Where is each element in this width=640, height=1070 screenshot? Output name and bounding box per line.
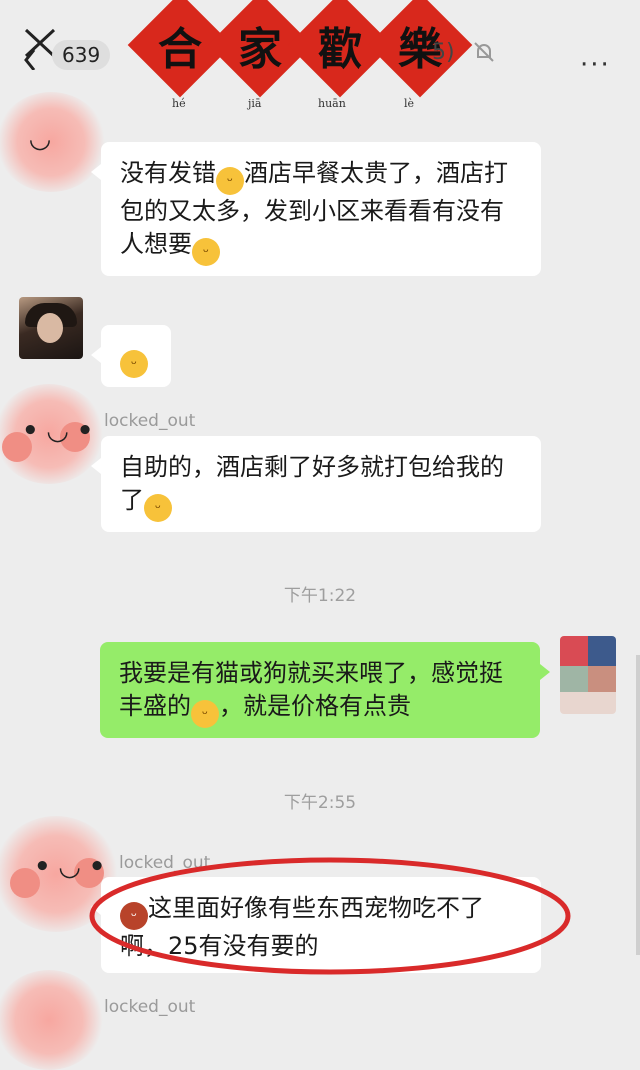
banner-pinyin: huān bbox=[318, 97, 346, 110]
avatar-face: • ◡ • bbox=[22, 416, 94, 446]
group-title: 5) bbox=[432, 40, 455, 65]
avatar-pixel bbox=[588, 636, 616, 666]
annotation-red-circle bbox=[89, 857, 571, 975]
avatar-pixel bbox=[560, 666, 588, 692]
sender-nickname: locked_out bbox=[104, 411, 196, 431]
avatar-face bbox=[37, 313, 63, 343]
message-bubble[interactable]: ᵕ bbox=[91, 325, 171, 387]
laugh-cry-emoji-icon: ᵕ bbox=[120, 350, 148, 378]
more-options-icon[interactable]: ··· bbox=[580, 50, 611, 80]
laughing-emoji-icon: ᵕ bbox=[191, 700, 219, 728]
timestamp: 下午1:22 bbox=[283, 586, 357, 606]
message-text: ，就是价格有点贵 bbox=[219, 692, 411, 720]
message-bubble[interactable]: 没有发错 ᵕ 酒店早餐太贵了，酒店打包的又太多，发到小区来看看有没有人想要 ᵕ bbox=[91, 142, 541, 276]
scrollbar[interactable] bbox=[636, 655, 640, 955]
avatar[interactable] bbox=[19, 297, 83, 359]
message-text: 没有发错 bbox=[120, 159, 216, 187]
avatar-pixel bbox=[588, 666, 616, 692]
unread-count-badge: 639 bbox=[52, 40, 111, 70]
message-text: 自助的，酒店剩了好多就打包给我的了 bbox=[120, 453, 504, 514]
avatar-pixel bbox=[560, 636, 588, 666]
avatar-pixel bbox=[560, 692, 616, 714]
sender-nickname: locked_out bbox=[104, 997, 196, 1017]
banner-char: 樂 bbox=[367, 0, 473, 98]
banner-sticker: 合 家 歡 樂 bbox=[127, 0, 473, 98]
avatar[interactable] bbox=[560, 636, 616, 714]
avatar-face: ◡ bbox=[30, 124, 50, 154]
laugh-cry-emoji-icon: ᵕ bbox=[192, 238, 220, 266]
chat-header: 639 合 家 歡 樂 hé jiā huān lè 5) ··· bbox=[0, 0, 640, 110]
banner-pinyin: jiā bbox=[248, 97, 262, 110]
timestamp: 下午2:55 bbox=[283, 793, 357, 813]
message-bubble[interactable]: 自助的，酒店剩了好多就打包给我的了 ᵕ bbox=[91, 436, 541, 532]
mute-bell-icon bbox=[472, 40, 496, 68]
banner-pinyin: lè bbox=[404, 97, 415, 110]
message-bubble[interactable]: 我要是有猫或狗就买来喂了，感觉挺丰盛的 ᵕ ，就是价格有点贵 bbox=[100, 642, 550, 738]
avatar[interactable] bbox=[0, 970, 104, 1070]
laugh-cry-emoji-icon: ᵕ bbox=[216, 167, 244, 195]
banner-pinyin: hé bbox=[172, 97, 186, 110]
laugh-cry-emoji-icon: ᵕ bbox=[144, 494, 172, 522]
